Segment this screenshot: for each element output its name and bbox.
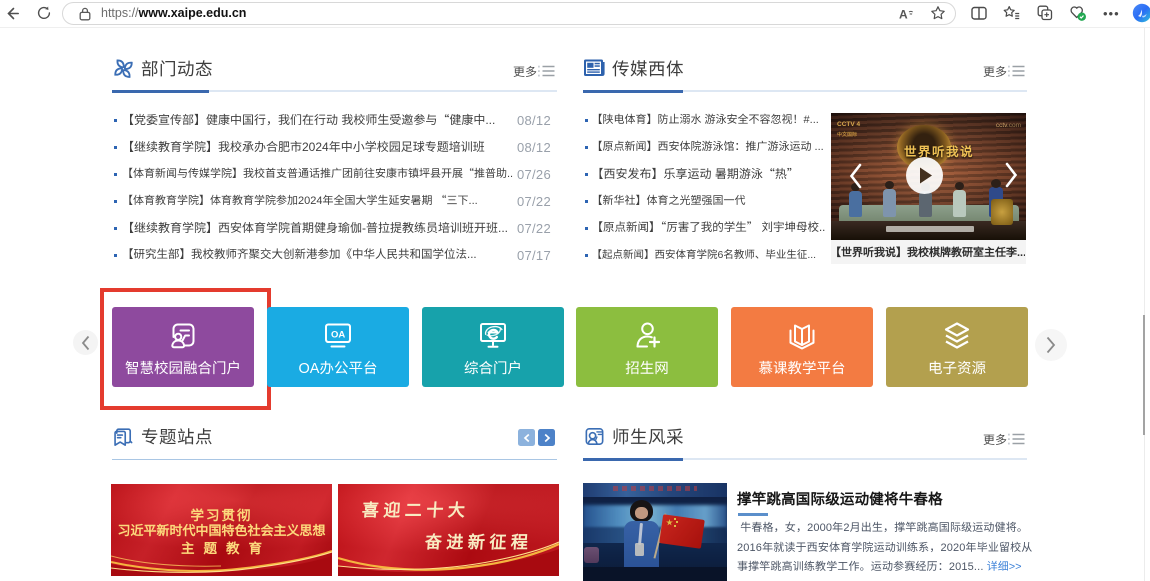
svg-text:A: A <box>899 8 908 22</box>
svg-text:OA: OA <box>331 330 345 341</box>
